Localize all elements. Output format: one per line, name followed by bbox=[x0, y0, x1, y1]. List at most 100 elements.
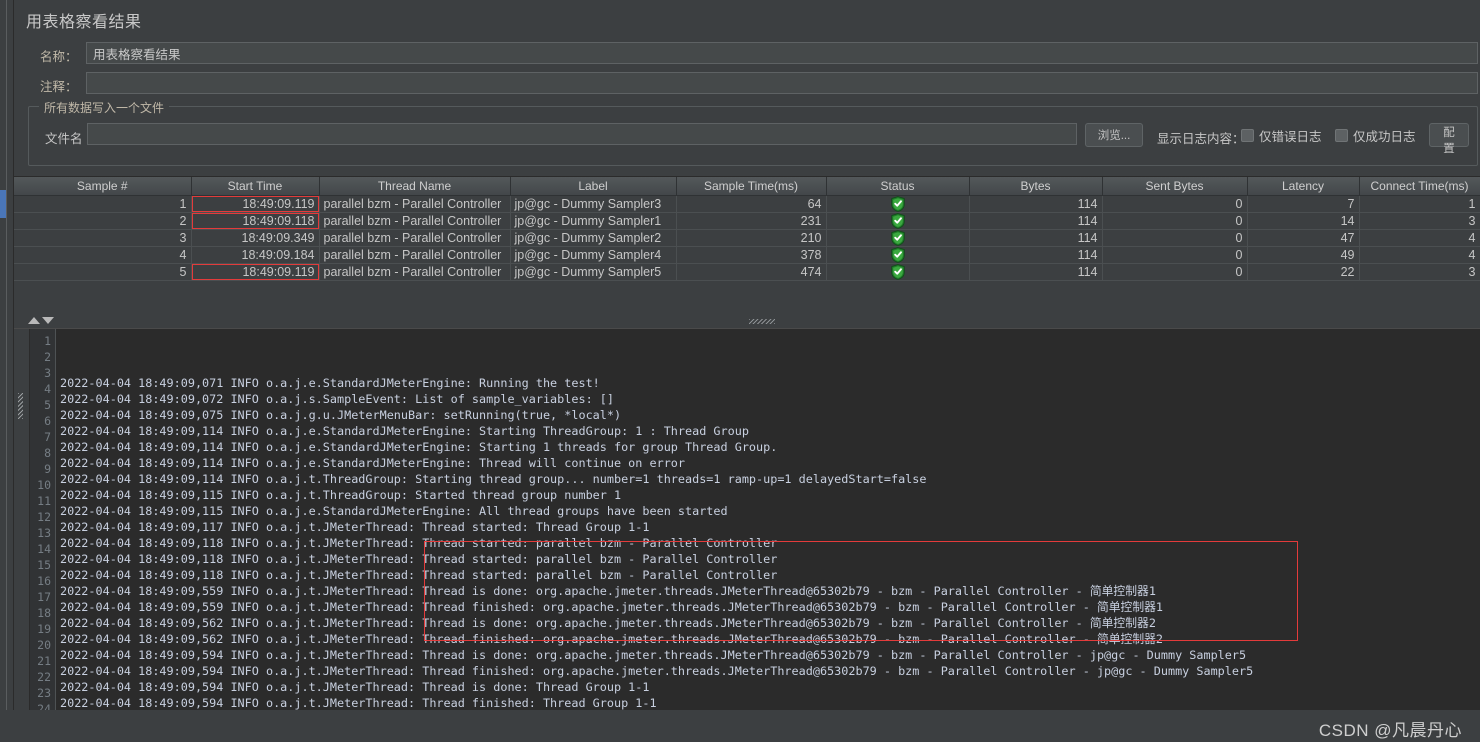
cell-connect-time: 4 bbox=[1359, 229, 1480, 247]
table-row[interactable]: 4 18:49:09.184 parallel bzm - Parallel Con… bbox=[14, 246, 1480, 264]
log-line-number: 14 bbox=[37, 542, 51, 556]
cell-status bbox=[826, 246, 970, 264]
results-table: Sample # Start Time Thread Name Label Sa… bbox=[14, 177, 1480, 281]
cell-bytes: 114 bbox=[969, 195, 1103, 213]
log-line: 2022-04-04 18:49:09,114 INFO o.a.j.e.Sta… bbox=[60, 440, 778, 454]
column-header-bytes[interactable]: Bytes bbox=[969, 177, 1103, 196]
log-line-number: 5 bbox=[44, 398, 51, 412]
log-line-number: 23 bbox=[37, 686, 51, 700]
name-row: 名称： bbox=[14, 42, 1478, 66]
cell-start-time: 18:49:09.349 bbox=[191, 229, 320, 247]
comment-row: 注释： bbox=[14, 72, 1478, 96]
errors-only-label: 仅错误日志 bbox=[1259, 130, 1322, 144]
log-line: 2022-04-04 18:49:09,118 INFO o.a.j.t.JMe… bbox=[60, 552, 778, 566]
log-line: 2022-04-04 18:49:09,562 INFO o.a.j.t.JMe… bbox=[60, 616, 1156, 630]
panel-splitter[interactable] bbox=[14, 314, 1480, 328]
table-row[interactable]: 5 18:49:09.119 parallel bzm - Parallel Con… bbox=[14, 263, 1480, 281]
column-header-start-time[interactable]: Start Time bbox=[191, 177, 320, 196]
log-line: 2022-04-04 18:49:09,594 INFO o.a.j.t.JMe… bbox=[60, 648, 1247, 662]
browse-button[interactable]: 浏览... bbox=[1085, 123, 1143, 147]
log-line-number: 8 bbox=[44, 446, 51, 460]
cell-label: jp@gc - Dummy Sampler5 bbox=[510, 263, 677, 281]
cell-sent-bytes: 0 bbox=[1102, 212, 1248, 230]
column-header-sample-time[interactable]: Sample Time(ms) bbox=[676, 177, 827, 196]
filename-input[interactable] bbox=[87, 123, 1077, 145]
highlight-box bbox=[191, 212, 318, 228]
name-input[interactable] bbox=[86, 42, 1478, 64]
column-header-status[interactable]: Status bbox=[826, 177, 970, 196]
watermark-text: CSDN @凡晨丹心 bbox=[1318, 721, 1462, 740]
cell-sample-number: 1 bbox=[14, 195, 192, 213]
table-row[interactable]: 1 18:49:09.119 parallel bzm - Parallel Con… bbox=[14, 195, 1480, 213]
rail-divider bbox=[6, 0, 7, 742]
cell-status bbox=[826, 212, 970, 230]
table-row[interactable]: 3 18:49:09.349 parallel bzm - Parallel Con… bbox=[14, 229, 1480, 247]
left-rail bbox=[0, 0, 14, 742]
log-line: 2022-04-04 18:49:09,071 INFO o.a.j.e.Sta… bbox=[60, 376, 600, 390]
comment-input[interactable] bbox=[86, 72, 1478, 94]
collapse-down-icon[interactable] bbox=[42, 317, 54, 324]
log-line-number: 22 bbox=[37, 670, 51, 684]
success-shield-icon bbox=[890, 212, 905, 228]
log-line: 2022-04-04 18:49:09,594 INFO o.a.j.t.JMe… bbox=[60, 696, 657, 710]
success-shield-icon bbox=[890, 263, 905, 279]
cell-sample-time: 210 bbox=[676, 229, 827, 247]
cell-start-time: 18:49:09.118 bbox=[191, 212, 320, 230]
log-line-number: 13 bbox=[37, 526, 51, 540]
log-line: 2022-04-04 18:49:09,118 INFO o.a.j.t.JMe… bbox=[60, 536, 778, 550]
table-row[interactable]: 2 18:49:09.118 parallel bzm - Parallel Con… bbox=[14, 212, 1480, 230]
highlight-box bbox=[191, 263, 318, 279]
column-header-thread-name[interactable]: Thread Name bbox=[319, 177, 511, 196]
splitter-arrows[interactable] bbox=[28, 317, 54, 324]
log-line-number: 19 bbox=[37, 622, 51, 636]
listener-config-panel: 用表格察看结果 名称： 注释： 所有数据写入一个文件 文件名 浏览... 显示日… bbox=[14, 0, 1480, 172]
column-header-connect-time[interactable]: Connect Time(ms) bbox=[1359, 177, 1480, 196]
log-line: 2022-04-04 18:49:09,594 INFO o.a.j.t.JMe… bbox=[60, 680, 650, 694]
cell-latency: 7 bbox=[1247, 195, 1360, 213]
column-header-latency[interactable]: Latency bbox=[1247, 177, 1360, 196]
table-header-row: Sample # Start Time Thread Name Label Sa… bbox=[14, 177, 1480, 196]
log-line-number: 7 bbox=[44, 430, 51, 444]
column-header-label[interactable]: Label bbox=[510, 177, 677, 196]
cell-thread-name: parallel bzm - Parallel Controller bbox=[319, 195, 511, 213]
comment-label: 注释： bbox=[40, 80, 78, 94]
cell-latency: 14 bbox=[1247, 212, 1360, 230]
log-line: 2022-04-04 18:49:09,114 INFO o.a.j.e.Sta… bbox=[60, 424, 749, 438]
cell-sample-time: 64 bbox=[676, 195, 827, 213]
log-line-number: 4 bbox=[44, 382, 51, 396]
cell-label: jp@gc - Dummy Sampler3 bbox=[510, 195, 677, 213]
cell-sample-number: 5 bbox=[14, 263, 192, 281]
log-console-drag-handle[interactable] bbox=[14, 329, 30, 710]
cell-thread-name: parallel bzm - Parallel Controller bbox=[319, 246, 511, 264]
cell-label: jp@gc - Dummy Sampler4 bbox=[510, 246, 677, 264]
log-line-number: 20 bbox=[37, 638, 51, 652]
column-header-sample-number[interactable]: Sample # bbox=[14, 177, 192, 196]
log-line-number: 16 bbox=[37, 574, 51, 588]
configure-button[interactable]: 配置 bbox=[1429, 123, 1469, 155]
cell-connect-time: 4 bbox=[1359, 246, 1480, 264]
log-line-number: 21 bbox=[37, 654, 51, 668]
cell-sample-number: 3 bbox=[14, 229, 192, 247]
log-line: 2022-04-04 18:49:09,072 INFO o.a.j.s.Sam… bbox=[60, 392, 614, 406]
results-table-container[interactable]: Sample # Start Time Thread Name Label Sa… bbox=[14, 176, 1480, 314]
highlight-box bbox=[191, 195, 318, 211]
cell-thread-name: parallel bzm - Parallel Controller bbox=[319, 229, 511, 247]
log-text-area[interactable]: 2022-04-04 18:49:09,071 INFO o.a.j.e.Sta… bbox=[56, 329, 1480, 710]
tree-selection-indicator[interactable] bbox=[0, 190, 6, 218]
log-console[interactable]: 1 2 3 4 5 6 7 8 9 10 11 12 13 14 15 16 17 18 19 20 21 22 23 24 … bbox=[14, 328, 1480, 710]
splitter-grip-icon[interactable] bbox=[749, 319, 775, 324]
success-only-checkbox-box[interactable] bbox=[1335, 129, 1348, 142]
cell-sent-bytes: 0 bbox=[1102, 195, 1248, 213]
log-line-number: 17 bbox=[37, 590, 51, 604]
collapse-up-icon[interactable] bbox=[28, 317, 40, 324]
cell-label: jp@gc - Dummy Sampler1 bbox=[510, 212, 677, 230]
errors-only-checkbox[interactable]: 仅错误日志 bbox=[1241, 126, 1322, 145]
column-header-sent-bytes[interactable]: Sent Bytes bbox=[1102, 177, 1248, 196]
vertical-grip-icon[interactable] bbox=[18, 393, 23, 419]
success-shield-icon bbox=[890, 229, 905, 245]
cell-sample-time: 474 bbox=[676, 263, 827, 281]
cell-sample-number: 2 bbox=[14, 212, 192, 230]
errors-only-checkbox-box[interactable] bbox=[1241, 129, 1254, 142]
success-only-checkbox[interactable]: 仅成功日志 bbox=[1335, 126, 1416, 145]
cell-sent-bytes: 0 bbox=[1102, 229, 1248, 247]
